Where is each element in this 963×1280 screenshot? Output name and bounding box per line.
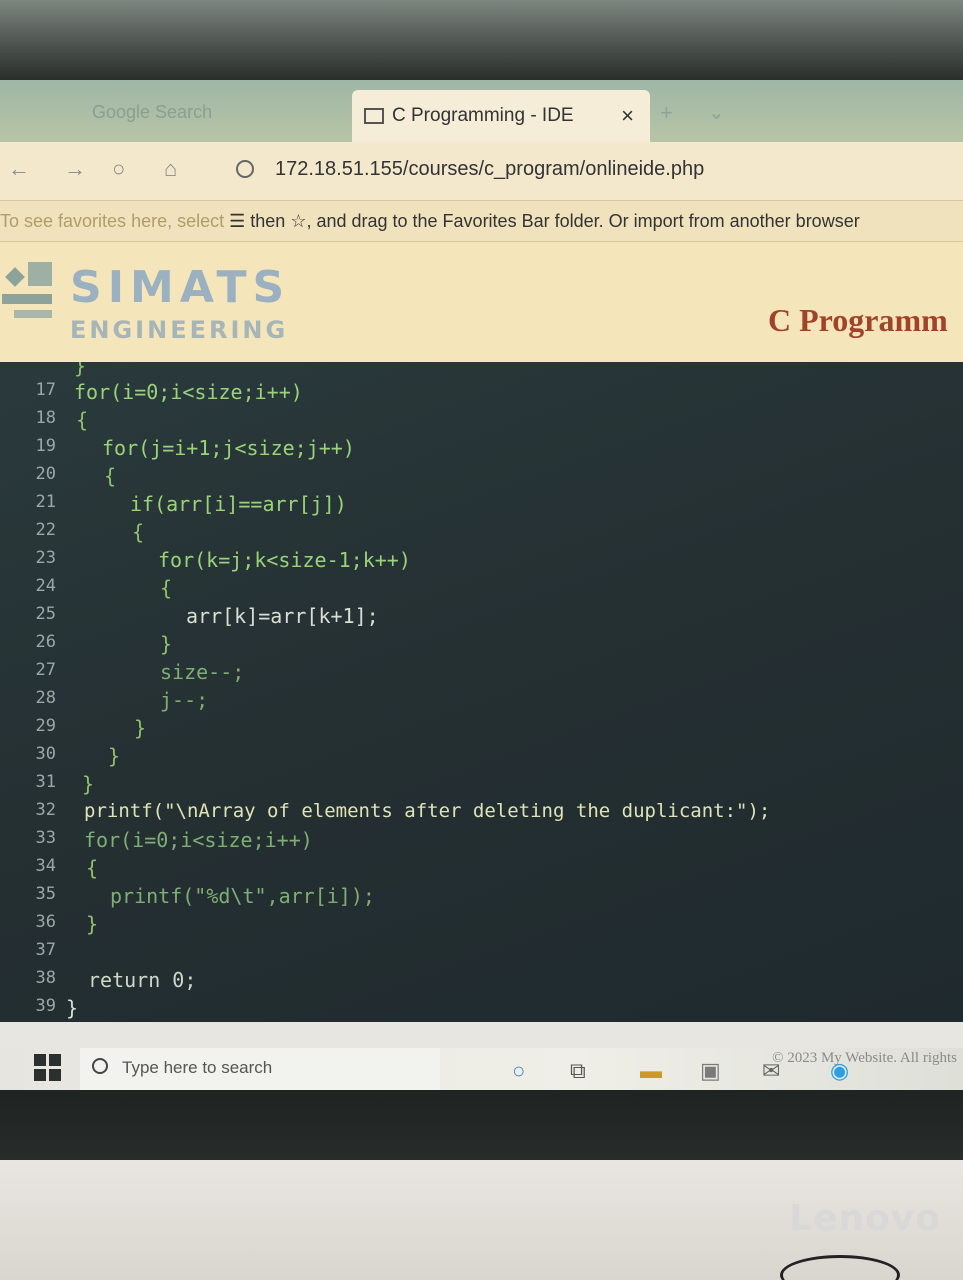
search-input[interactable]: Type here to search — [122, 1058, 272, 1078]
line-number: 23 — [35, 548, 56, 568]
code-line: if(arr[i]==arr[j]) — [130, 492, 347, 516]
code-line: j--; — [160, 688, 209, 712]
line-number: 26 — [35, 632, 56, 652]
new-tab-button[interactable]: + — [660, 100, 673, 126]
store-icon[interactable]: ▣ — [700, 1058, 721, 1084]
code-line: for(k=j;k<size-1;k++) — [158, 548, 411, 572]
favorites-bar: To see favorites here, select ☰ then ☆, … — [0, 200, 963, 242]
code-line: } — [160, 632, 173, 656]
code-line: for(i=0;i<size;i++) — [74, 380, 303, 404]
logo-text-simats: SIMATS — [70, 262, 291, 313]
line-number: 20 — [35, 464, 56, 484]
page-icon — [364, 108, 384, 124]
simats-logo-icon — [0, 260, 60, 330]
code-line: for(i=0;i<size;i++) — [84, 828, 313, 852]
favorites-list-icon: ☰ — [229, 211, 251, 231]
line-number: 36 — [35, 912, 56, 932]
lenovo-brand-logo: Lenovo — [789, 1198, 941, 1239]
favorites-hint-rest: then ☆, and drag to the Favorites Bar fo… — [250, 211, 860, 231]
code-line: } — [108, 744, 121, 768]
line-number: 35 — [35, 884, 56, 904]
home-button[interactable]: ⌂ — [164, 156, 177, 182]
line-number: 17 — [35, 380, 56, 400]
cortana-icon[interactable]: ○ — [512, 1058, 525, 1084]
info-icon[interactable] — [236, 160, 254, 178]
line-number: 21 — [35, 492, 56, 512]
line-number: 19 — [35, 436, 56, 456]
logo-text-engineering: ENGINEERING — [70, 316, 289, 344]
file-explorer-icon[interactable]: ▬ — [640, 1058, 662, 1084]
line-number: 33 — [35, 828, 56, 848]
taskbar-search[interactable]: Type here to search — [80, 1048, 440, 1090]
page-title: C Programm — [768, 302, 948, 338]
code-line: size--; — [160, 660, 245, 684]
line-number: 24 — [35, 576, 56, 596]
browser-tab-bar: Google Search C Programming - IDE × + ⌄ — [0, 80, 963, 142]
code-line: } — [86, 912, 99, 936]
monitor-bezel-top — [0, 0, 963, 80]
code-editor[interactable]: 17 18 19 20 21 22 23 24 25 26 27 28 29 3… — [0, 362, 963, 1022]
code-line: } — [82, 772, 95, 796]
line-number: 22 — [35, 520, 56, 540]
code-line: printf("%d\t",arr[i]); — [110, 884, 375, 908]
refresh-button[interactable]: ○ — [112, 156, 125, 182]
code-line: printf("\nArray of elements after deleti… — [84, 800, 771, 822]
code-line: { — [160, 576, 173, 600]
forward-button[interactable]: → — [64, 156, 86, 182]
back-button[interactable]: ← — [8, 156, 30, 182]
code-line: for(j=i+1;j<size;j++) — [102, 436, 355, 460]
monitor-screen: Google Search C Programming - IDE × + ⌄ … — [0, 80, 963, 1090]
line-number: 34 — [35, 856, 56, 876]
code-line: return 0; — [88, 968, 197, 992]
line-number: 28 — [35, 688, 56, 708]
code-line: } — [134, 716, 147, 740]
line-number: 39 — [35, 996, 56, 1016]
footer-copyright: © 2023 My Website. All rights — [772, 1050, 957, 1066]
site-header: SIMATS ENGINEERING C Programm — [0, 242, 963, 362]
line-number: 32 — [35, 800, 56, 820]
code-line: arr[k]=arr[k+1]; — [186, 604, 379, 628]
address-bar[interactable]: 172.18.51.155/courses/c_program/onlineid… — [275, 158, 704, 181]
line-number: 25 — [35, 604, 56, 624]
line-number: 27 — [35, 660, 56, 680]
code-line: { — [132, 520, 145, 544]
search-icon — [92, 1058, 108, 1074]
line-number: 29 — [35, 716, 56, 736]
line-number: 31 — [35, 772, 56, 792]
line-number: 18 — [35, 408, 56, 428]
task-view-icon[interactable]: ⧉ — [570, 1058, 586, 1084]
code-line: } — [66, 996, 79, 1020]
code-line: } — [74, 362, 87, 378]
navigation-bar: ← → ○ ⌂ 172.18.51.155/courses/c_program/… — [0, 142, 963, 200]
close-icon[interactable]: × — [621, 103, 634, 129]
tab-title: C Programming - IDE — [392, 105, 574, 126]
code-line: { — [76, 408, 89, 432]
code-line: { — [104, 464, 117, 488]
windows-start-icon[interactable] — [34, 1054, 62, 1082]
chevron-down-icon[interactable]: ⌄ — [708, 100, 725, 125]
line-number-gutter: 17 18 19 20 21 22 23 24 25 26 27 28 29 3… — [0, 362, 70, 1022]
background-tab[interactable]: Google Search — [80, 94, 350, 134]
tab-c-programming-ide[interactable]: C Programming - IDE × — [352, 90, 650, 142]
favorites-hint: To see favorites here, select ☰ then ☆, … — [0, 211, 860, 232]
line-number: 30 — [35, 744, 56, 764]
line-number: 38 — [35, 968, 56, 988]
favorites-hint-prefix: To see favorites here, select — [0, 211, 225, 231]
line-number: 37 — [35, 940, 56, 960]
windows-taskbar: Type here to search ○ ⧉ ▬ ▣ ✉ ◉ © 2023 M… — [0, 1048, 963, 1090]
page-footer-area — [0, 1022, 963, 1048]
code-line: { — [86, 856, 99, 880]
